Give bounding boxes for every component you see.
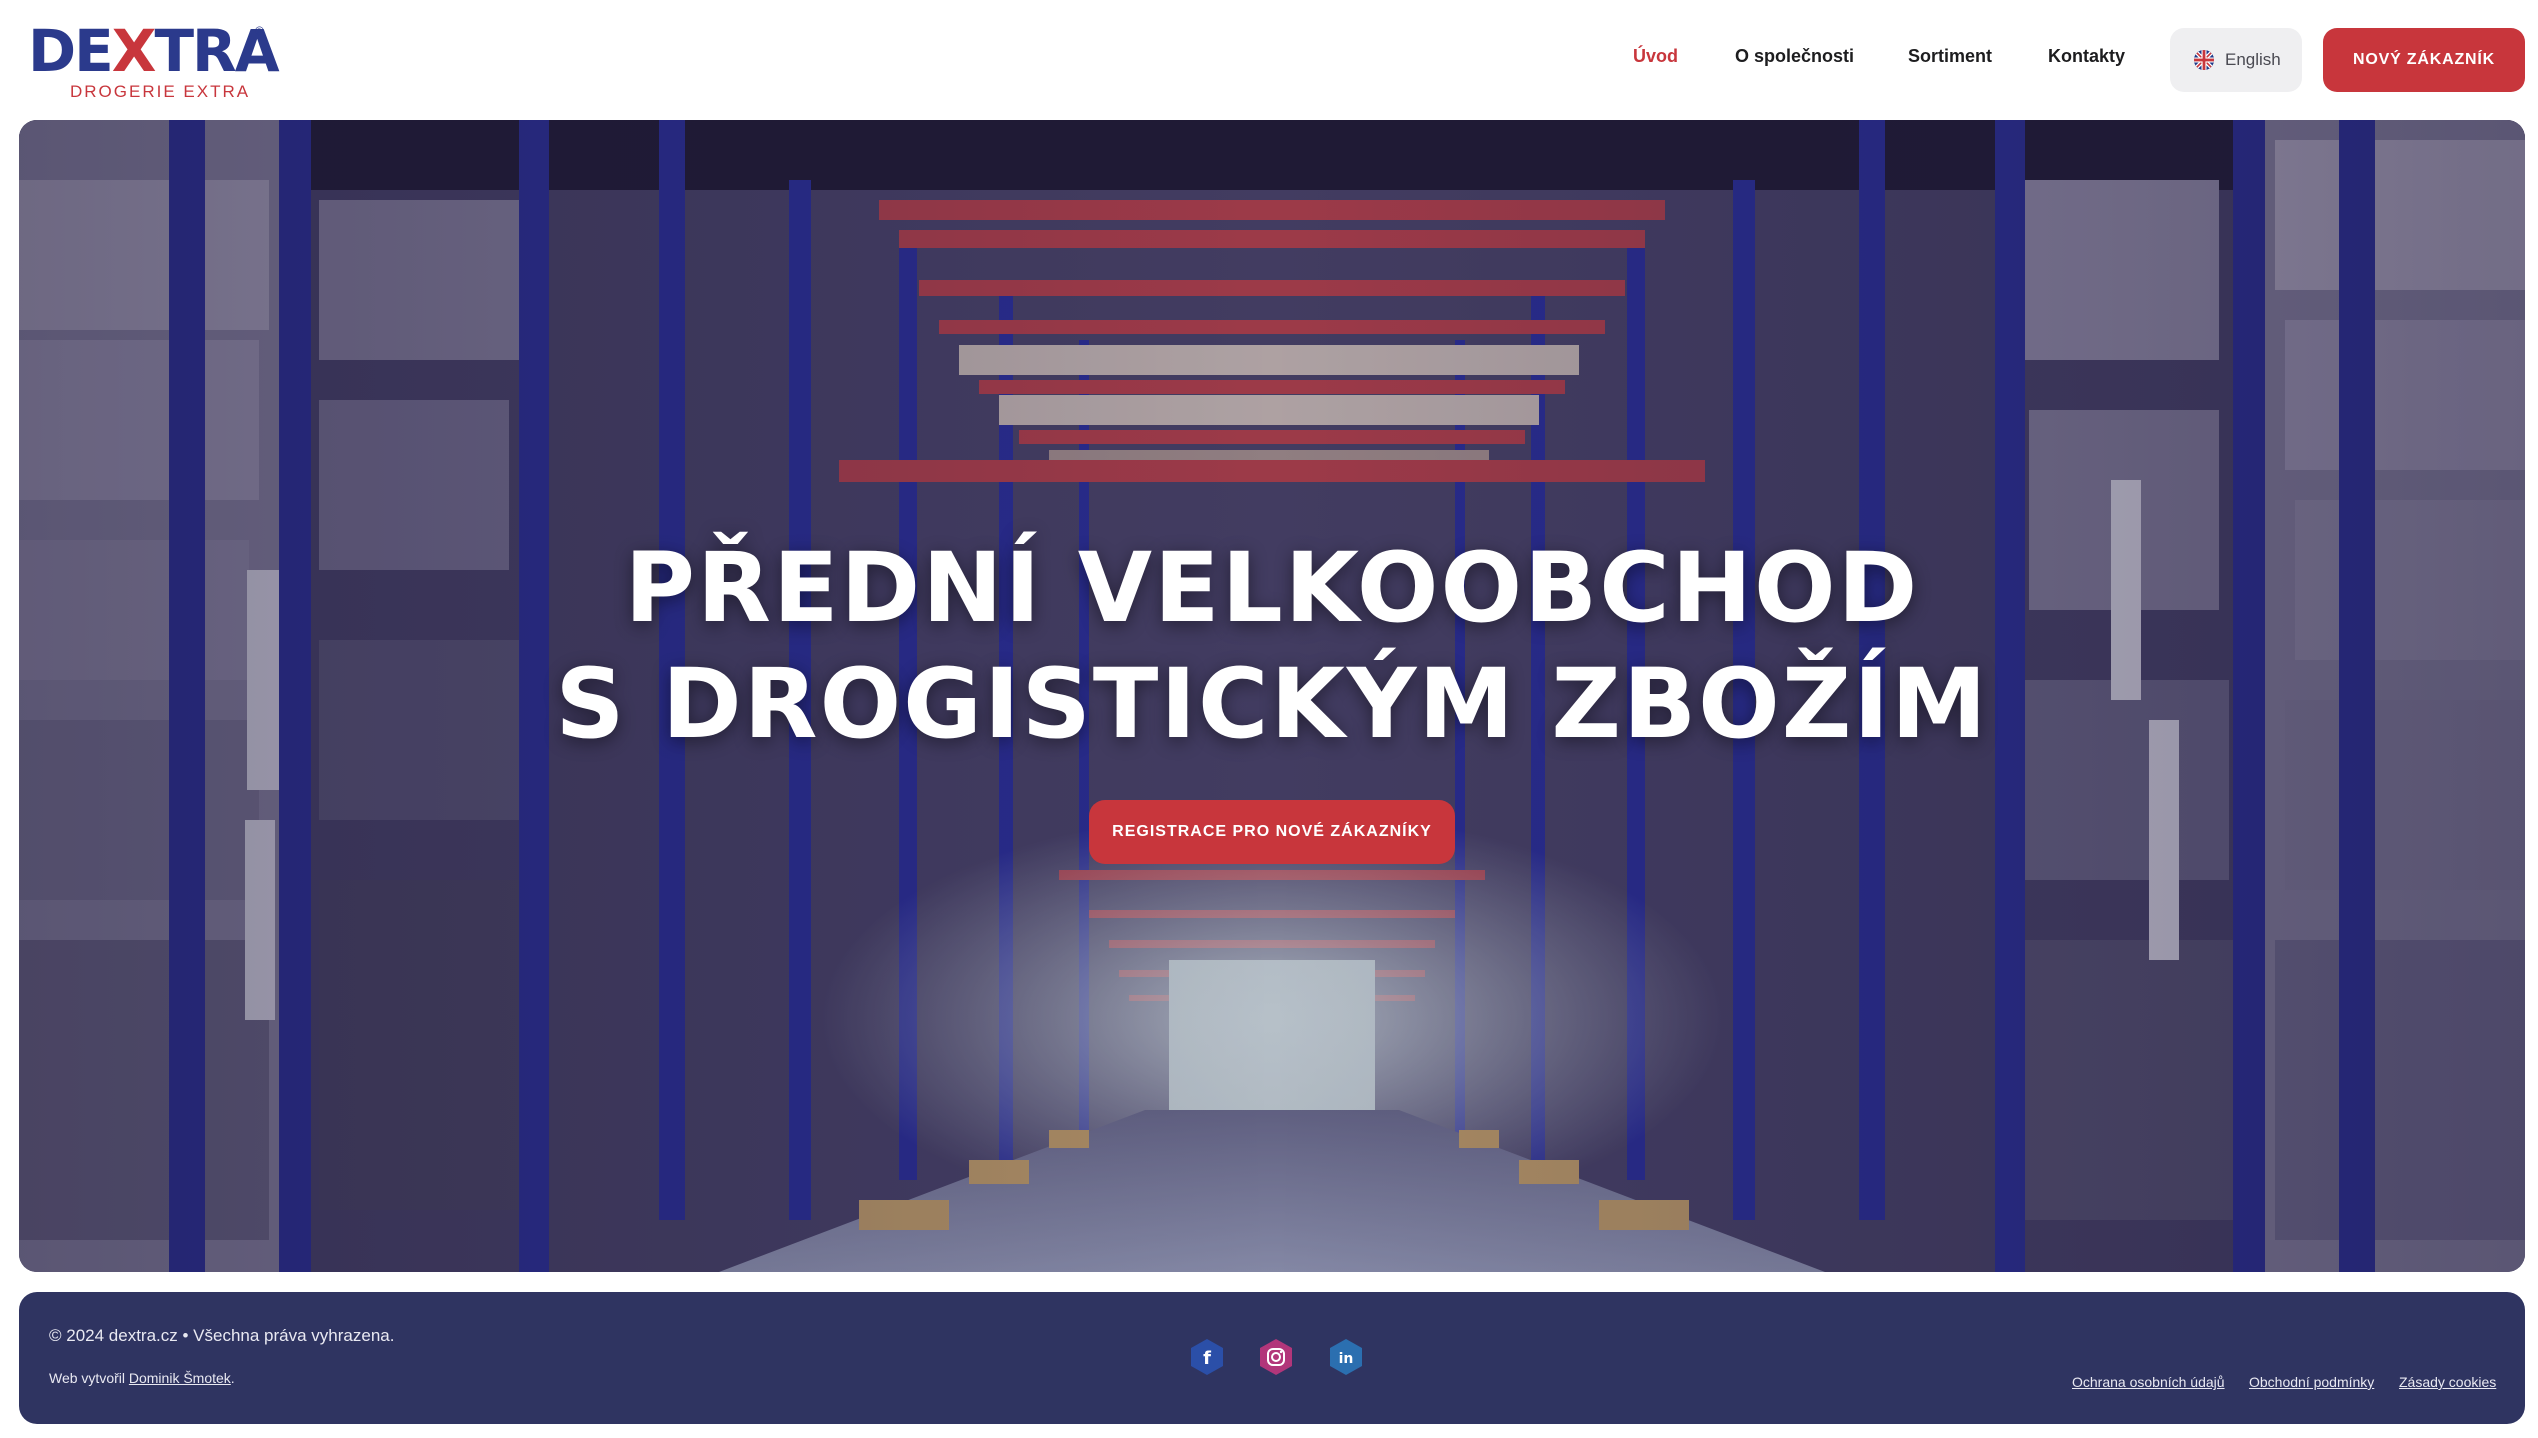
hero-heading: PŘEDNÍ VELKOOBCHOD S DROGISTICKÝM ZBOŽÍM (19, 530, 2525, 762)
language-switch-button[interactable]: English (2170, 28, 2302, 92)
credit-suffix: . (230, 1370, 235, 1386)
hero-heading-line-2: S DROGISTICKÝM ZBOŽÍM (555, 648, 1989, 760)
credit-text: Web vytvořil Dominik Šmotek. (49, 1370, 235, 1386)
copyright-text: © 2024 dextra.cz • Všechna práva vyhraze… (49, 1326, 395, 1345)
dextra-logo[interactable]: DEXTRA ® DROGERIE EXTRA (28, 22, 280, 102)
hero-section: PŘEDNÍ VELKOOBCHOD S DROGISTICKÝM ZBOŽÍM… (19, 120, 2525, 1272)
registered-mark: ® (255, 24, 264, 38)
hero-heading-line-1: PŘEDNÍ VELKOOBCHOD (624, 532, 1920, 644)
new-customer-button[interactable]: NOVÝ ZÁKAZNÍK (2323, 28, 2525, 92)
logo-wordmark: DEXTRA (28, 17, 280, 85)
cookies-policy-link[interactable]: Zásady cookies (2399, 1374, 2496, 1390)
credit-author-link[interactable]: Dominik Šmotek (129, 1370, 231, 1386)
svg-text:in: in (1339, 1351, 1354, 1367)
site-header: DEXTRA ® DROGERIE EXTRA Úvod O společnos… (0, 0, 2538, 120)
svg-text:f: f (1203, 1348, 1211, 1369)
linkedin-icon[interactable]: in (1327, 1338, 1365, 1376)
site-footer: © 2024 dextra.cz • Všechna práva vyhraze… (19, 1292, 2525, 1424)
facebook-icon[interactable]: f (1188, 1338, 1226, 1376)
credit-prefix: Web vytvořil (49, 1370, 129, 1386)
nav-item-uvod[interactable]: Úvod (1633, 46, 1678, 67)
uk-flag-icon (2194, 50, 2214, 70)
instagram-icon[interactable] (1257, 1338, 1295, 1376)
nav-item-sortiment[interactable]: Sortiment (1908, 46, 1992, 67)
nav-item-kontakty[interactable]: Kontakty (2048, 46, 2125, 67)
nav-item-o-spolecnosti[interactable]: O společnosti (1735, 46, 1854, 67)
terms-link[interactable]: Obchodní podmínky (2249, 1374, 2374, 1390)
logo-tagline: DROGERIE EXTRA (70, 82, 251, 101)
language-label: English (2225, 50, 2281, 69)
privacy-policy-link[interactable]: Ochrana osobních údajů (2072, 1374, 2225, 1390)
register-new-customers-button[interactable]: REGISTRACE PRO NOVÉ ZÁKAZNÍKY (1089, 800, 1455, 864)
